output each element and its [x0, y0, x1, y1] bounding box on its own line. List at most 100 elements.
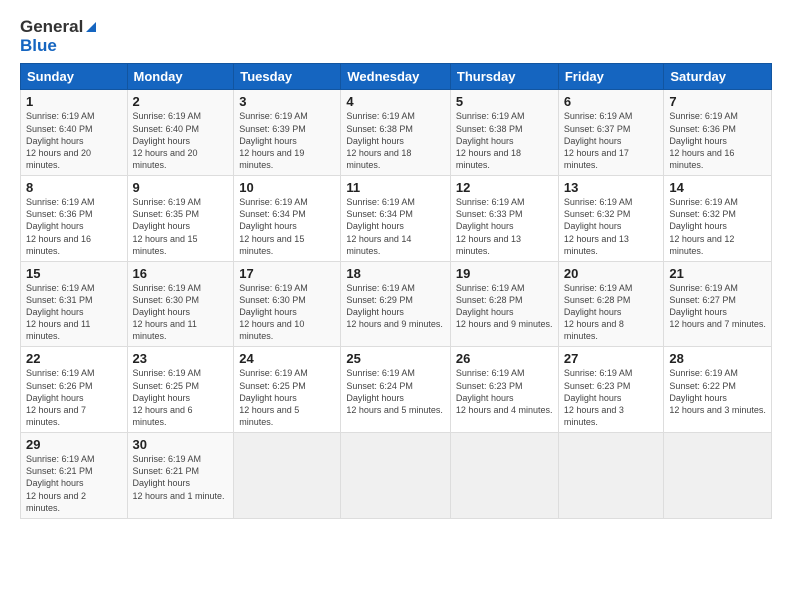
- day-info: Sunrise: 6:19 AMSunset: 6:29 PMDaylight …: [346, 283, 443, 329]
- day-number: 22: [26, 351, 122, 366]
- day-number: 25: [346, 351, 445, 366]
- day-info: Sunrise: 6:19 AMSunset: 6:30 PMDaylight …: [239, 283, 308, 342]
- table-row: 19 Sunrise: 6:19 AMSunset: 6:28 PMDaylig…: [450, 261, 558, 347]
- day-number: 26: [456, 351, 553, 366]
- table-row: 1 Sunrise: 6:19 AMSunset: 6:40 PMDayligh…: [21, 90, 128, 176]
- day-number: 12: [456, 180, 553, 195]
- col-monday: Monday: [127, 64, 234, 90]
- table-row: [341, 433, 451, 519]
- day-info: Sunrise: 6:19 AMSunset: 6:37 PMDaylight …: [564, 111, 633, 170]
- day-info: Sunrise: 6:19 AMSunset: 6:38 PMDaylight …: [346, 111, 415, 170]
- day-info: Sunrise: 6:19 AMSunset: 6:27 PMDaylight …: [669, 283, 766, 329]
- day-info: Sunrise: 6:19 AMSunset: 6:26 PMDaylight …: [26, 368, 95, 427]
- calendar-table: Sunday Monday Tuesday Wednesday Thursday…: [20, 63, 772, 519]
- day-number: 30: [133, 437, 229, 452]
- table-row: 25 Sunrise: 6:19 AMSunset: 6:24 PMDaylig…: [341, 347, 451, 433]
- calendar-week-row: 29 Sunrise: 6:19 AMSunset: 6:21 PMDaylig…: [21, 433, 772, 519]
- page: General Blue Sunday Monday Tuesday Wedne…: [0, 0, 792, 612]
- day-number: 19: [456, 266, 553, 281]
- table-row: 18 Sunrise: 6:19 AMSunset: 6:29 PMDaylig…: [341, 261, 451, 347]
- table-row: 28 Sunrise: 6:19 AMSunset: 6:22 PMDaylig…: [664, 347, 772, 433]
- calendar-week-row: 15 Sunrise: 6:19 AMSunset: 6:31 PMDaylig…: [21, 261, 772, 347]
- day-info: Sunrise: 6:19 AMSunset: 6:40 PMDaylight …: [133, 111, 202, 170]
- table-row: 27 Sunrise: 6:19 AMSunset: 6:23 PMDaylig…: [558, 347, 664, 433]
- day-info: Sunrise: 6:19 AMSunset: 6:32 PMDaylight …: [669, 197, 738, 256]
- table-row: 2 Sunrise: 6:19 AMSunset: 6:40 PMDayligh…: [127, 90, 234, 176]
- table-row: 8 Sunrise: 6:19 AMSunset: 6:36 PMDayligh…: [21, 176, 128, 262]
- calendar-week-row: 8 Sunrise: 6:19 AMSunset: 6:36 PMDayligh…: [21, 176, 772, 262]
- day-info: Sunrise: 6:19 AMSunset: 6:23 PMDaylight …: [564, 368, 633, 427]
- table-row: 30 Sunrise: 6:19 AMSunset: 6:21 PMDaylig…: [127, 433, 234, 519]
- day-info: Sunrise: 6:19 AMSunset: 6:31 PMDaylight …: [26, 283, 95, 342]
- logo: General Blue: [20, 18, 98, 55]
- day-info: Sunrise: 6:19 AMSunset: 6:23 PMDaylight …: [456, 368, 553, 414]
- col-thursday: Thursday: [450, 64, 558, 90]
- table-row: 24 Sunrise: 6:19 AMSunset: 6:25 PMDaylig…: [234, 347, 341, 433]
- day-number: 29: [26, 437, 122, 452]
- table-row: 7 Sunrise: 6:19 AMSunset: 6:36 PMDayligh…: [664, 90, 772, 176]
- table-row: 26 Sunrise: 6:19 AMSunset: 6:23 PMDaylig…: [450, 347, 558, 433]
- day-info: Sunrise: 6:19 AMSunset: 6:22 PMDaylight …: [669, 368, 766, 414]
- day-number: 3: [239, 94, 335, 109]
- day-info: Sunrise: 6:19 AMSunset: 6:33 PMDaylight …: [456, 197, 525, 256]
- day-info: Sunrise: 6:19 AMSunset: 6:30 PMDaylight …: [133, 283, 202, 342]
- day-info: Sunrise: 6:19 AMSunset: 6:36 PMDaylight …: [26, 197, 95, 256]
- day-info: Sunrise: 6:19 AMSunset: 6:40 PMDaylight …: [26, 111, 95, 170]
- day-info: Sunrise: 6:19 AMSunset: 6:34 PMDaylight …: [346, 197, 415, 256]
- day-number: 21: [669, 266, 766, 281]
- day-number: 10: [239, 180, 335, 195]
- day-info: Sunrise: 6:19 AMSunset: 6:25 PMDaylight …: [133, 368, 202, 427]
- day-info: Sunrise: 6:19 AMSunset: 6:32 PMDaylight …: [564, 197, 633, 256]
- day-number: 16: [133, 266, 229, 281]
- day-info: Sunrise: 6:19 AMSunset: 6:28 PMDaylight …: [456, 283, 553, 329]
- day-number: 2: [133, 94, 229, 109]
- table-row: 4 Sunrise: 6:19 AMSunset: 6:38 PMDayligh…: [341, 90, 451, 176]
- table-row: 3 Sunrise: 6:19 AMSunset: 6:39 PMDayligh…: [234, 90, 341, 176]
- day-number: 23: [133, 351, 229, 366]
- table-row: [558, 433, 664, 519]
- calendar-week-row: 1 Sunrise: 6:19 AMSunset: 6:40 PMDayligh…: [21, 90, 772, 176]
- day-number: 11: [346, 180, 445, 195]
- table-row: 15 Sunrise: 6:19 AMSunset: 6:31 PMDaylig…: [21, 261, 128, 347]
- table-row: [450, 433, 558, 519]
- day-number: 4: [346, 94, 445, 109]
- day-number: 20: [564, 266, 659, 281]
- header: General Blue: [20, 18, 772, 55]
- day-info: Sunrise: 6:19 AMSunset: 6:34 PMDaylight …: [239, 197, 308, 256]
- day-number: 7: [669, 94, 766, 109]
- table-row: 16 Sunrise: 6:19 AMSunset: 6:30 PMDaylig…: [127, 261, 234, 347]
- day-number: 5: [456, 94, 553, 109]
- day-info: Sunrise: 6:19 AMSunset: 6:36 PMDaylight …: [669, 111, 738, 170]
- calendar-week-row: 22 Sunrise: 6:19 AMSunset: 6:26 PMDaylig…: [21, 347, 772, 433]
- col-sunday: Sunday: [21, 64, 128, 90]
- day-info: Sunrise: 6:19 AMSunset: 6:25 PMDaylight …: [239, 368, 308, 427]
- table-row: 29 Sunrise: 6:19 AMSunset: 6:21 PMDaylig…: [21, 433, 128, 519]
- day-info: Sunrise: 6:19 AMSunset: 6:21 PMDaylight …: [26, 454, 95, 513]
- day-number: 14: [669, 180, 766, 195]
- table-row: 5 Sunrise: 6:19 AMSunset: 6:38 PMDayligh…: [450, 90, 558, 176]
- day-info: Sunrise: 6:19 AMSunset: 6:38 PMDaylight …: [456, 111, 525, 170]
- col-tuesday: Tuesday: [234, 64, 341, 90]
- table-row: [664, 433, 772, 519]
- table-row: 10 Sunrise: 6:19 AMSunset: 6:34 PMDaylig…: [234, 176, 341, 262]
- table-row: 22 Sunrise: 6:19 AMSunset: 6:26 PMDaylig…: [21, 347, 128, 433]
- day-info: Sunrise: 6:19 AMSunset: 6:28 PMDaylight …: [564, 283, 633, 342]
- table-row: 23 Sunrise: 6:19 AMSunset: 6:25 PMDaylig…: [127, 347, 234, 433]
- calendar-header-row: Sunday Monday Tuesday Wednesday Thursday…: [21, 64, 772, 90]
- day-number: 18: [346, 266, 445, 281]
- table-row: [234, 433, 341, 519]
- day-number: 24: [239, 351, 335, 366]
- table-row: 6 Sunrise: 6:19 AMSunset: 6:37 PMDayligh…: [558, 90, 664, 176]
- day-info: Sunrise: 6:19 AMSunset: 6:39 PMDaylight …: [239, 111, 308, 170]
- day-number: 15: [26, 266, 122, 281]
- day-info: Sunrise: 6:19 AMSunset: 6:21 PMDaylight …: [133, 454, 225, 500]
- table-row: 17 Sunrise: 6:19 AMSunset: 6:30 PMDaylig…: [234, 261, 341, 347]
- table-row: 11 Sunrise: 6:19 AMSunset: 6:34 PMDaylig…: [341, 176, 451, 262]
- table-row: 12 Sunrise: 6:19 AMSunset: 6:33 PMDaylig…: [450, 176, 558, 262]
- day-number: 13: [564, 180, 659, 195]
- day-number: 28: [669, 351, 766, 366]
- table-row: 13 Sunrise: 6:19 AMSunset: 6:32 PMDaylig…: [558, 176, 664, 262]
- day-number: 27: [564, 351, 659, 366]
- day-number: 1: [26, 94, 122, 109]
- day-number: 6: [564, 94, 659, 109]
